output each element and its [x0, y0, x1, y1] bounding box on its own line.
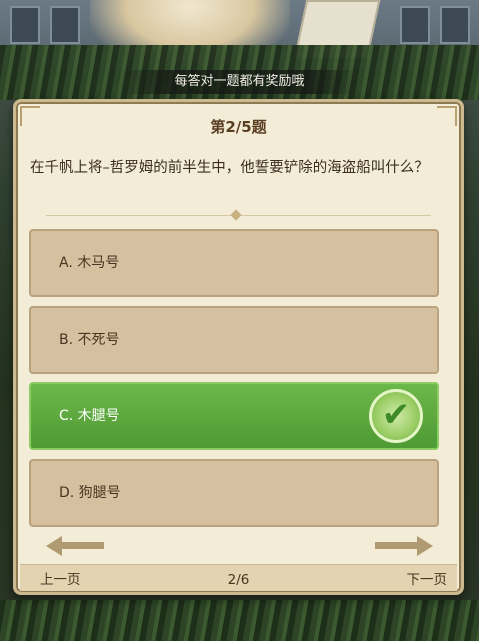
- reward-banner: 每答对一题都有奖励哦: [120, 70, 359, 94]
- next-page-button[interactable]: 下一页: [407, 565, 448, 595]
- arrow-right-icon[interactable]: [375, 536, 433, 556]
- option-label: C. 木腿号: [59, 408, 120, 424]
- option-label: D. 狗腿号: [59, 485, 121, 501]
- pager-bar: 上一页 2/6 下一页: [20, 564, 457, 591]
- option-label: A. 木马号: [59, 255, 120, 271]
- page-indicator: 2/6: [227, 572, 250, 588]
- question-number: 第2/5题: [210, 118, 267, 136]
- quiz-panel: 第2/5题 在千帆上将–哲罗姆的前半生中，他誓要铲除的海盗船叫什么？ A. 木马…: [13, 99, 464, 595]
- option-label: B. 不死号: [59, 332, 120, 348]
- building-window: [10, 6, 40, 44]
- option-c[interactable]: C. 木腿号 ✔: [29, 382, 439, 450]
- grass-decoration: [0, 600, 479, 641]
- option-b[interactable]: B. 不死号: [29, 306, 439, 374]
- question-text: 在千帆上将–哲罗姆的前半生中，他誓要铲除的海盗船叫什么？: [30, 160, 429, 176]
- divider-ornament: [230, 209, 242, 221]
- option-a[interactable]: A. 木马号: [29, 229, 439, 297]
- divider: [46, 209, 431, 221]
- building-window: [440, 6, 470, 44]
- building-window: [400, 6, 430, 44]
- arrow-left-icon[interactable]: [46, 536, 104, 556]
- option-d[interactable]: D. 狗腿号: [29, 459, 439, 527]
- building-window: [50, 6, 80, 44]
- checkmark-icon: ✔: [369, 389, 423, 443]
